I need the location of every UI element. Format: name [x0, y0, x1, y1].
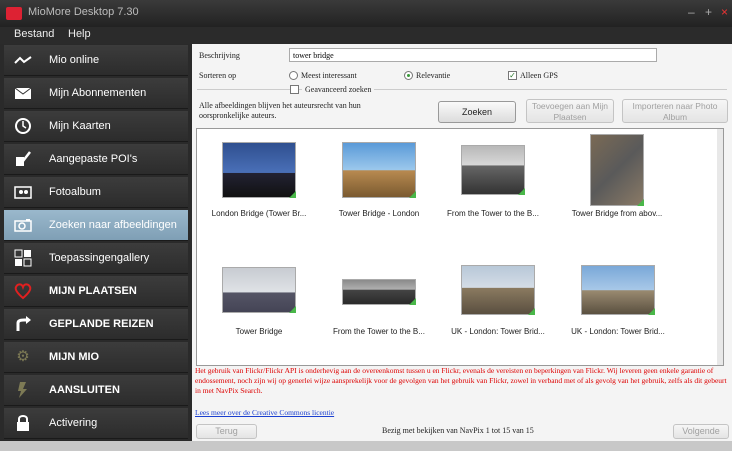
gear-icon: ⚙ — [16, 348, 30, 365]
result-thumbnail[interactable] — [342, 279, 416, 305]
result-thumbnail[interactable] — [222, 142, 296, 198]
result-caption: UK - London: Tower Brid... — [451, 327, 545, 336]
result-caption: From the Tower to the B... — [333, 327, 425, 336]
copyright-note: Alle afbeeldingen blijven het auteursrec… — [199, 101, 361, 120]
signal-icon — [14, 51, 32, 69]
sidebar-item-label: Zoeken naar afbeeldingen — [49, 219, 177, 231]
result-caption: Tower Bridge — [235, 327, 283, 336]
pen-icon — [14, 150, 32, 168]
photo-album-icon — [14, 183, 32, 201]
lightning-icon — [14, 381, 32, 399]
pager-status: Bezig met bekijken van NavPix 1 tot 15 v… — [382, 426, 534, 435]
result-thumbnail[interactable] — [590, 134, 644, 206]
sidebar-item-label: AANSLUITEN — [49, 384, 120, 396]
sidebar-item-label: MIJN PLAATSEN — [49, 285, 137, 297]
close-button[interactable]: × — [721, 5, 728, 19]
sidebar-item-label: Aangepaste POI's — [49, 153, 138, 165]
sort-option-label: Relevantie — [416, 71, 451, 80]
menu-bar: Bestand Help — [0, 27, 732, 44]
creative-commons-link[interactable]: Lees meer over de Creative Commons licen… — [195, 408, 334, 417]
search-panel: Beschrijving tower bridge Sorteren op Me… — [192, 44, 732, 441]
maximize-button[interactable]: + — [705, 5, 712, 19]
sidebar-item-label: Mijn Kaarten — [49, 120, 111, 132]
sort-option-label: Meest interessant — [301, 71, 357, 80]
sort-radio-relevance[interactable] — [404, 71, 413, 80]
sidebar-item-label: GEPLANDE REIZEN — [49, 318, 154, 330]
status-bar — [0, 441, 732, 451]
advanced-search-checkbox[interactable] — [290, 85, 299, 94]
sidebar-item-mijn-mio[interactable]: ⚙ MIJN MIO — [4, 342, 188, 373]
sidebar-item-toepassingengallery[interactable]: Toepassingengallery — [4, 243, 188, 274]
sort-radio-interesting[interactable] — [289, 71, 298, 80]
result-caption: UK - London: Tower Brid... — [571, 327, 665, 336]
sidebar-item-poi[interactable]: Aangepaste POI's — [4, 144, 188, 175]
sidebar-item-abonnementen[interactable]: Mijn Abonnementen — [4, 78, 188, 109]
import-to-album-button[interactable]: Importeren naar Photo Album — [622, 99, 728, 123]
menu-bestand[interactable]: Bestand — [14, 28, 54, 40]
advanced-search-label: Geavanceerd zoeken — [302, 85, 375, 94]
sidebar-item-fotoalbum[interactable]: Fotoalbum — [4, 177, 188, 208]
heart-icon — [14, 282, 32, 300]
minimize-button[interactable]: – — [688, 5, 695, 19]
only-gps-label: Alleen GPS — [520, 71, 558, 80]
advanced-separator — [197, 89, 727, 90]
result-thumbnail[interactable] — [581, 265, 655, 315]
result-thumbnail[interactable] — [342, 142, 416, 198]
add-to-places-button[interactable]: Toevoegen aan Mijn Plaatsen — [526, 99, 614, 123]
sidebar-item-geplande-reizen[interactable]: GEPLANDE REIZEN — [4, 309, 188, 340]
result-thumbnail[interactable] — [461, 265, 535, 315]
title-bar: MioMore Desktop 7.30 – + × — [0, 0, 732, 27]
sidebar-item-aansluiten[interactable]: AANSLUITEN — [4, 375, 188, 406]
only-gps-checkbox[interactable]: ✓ — [508, 71, 517, 80]
results-grid: London Bridge (Tower Br... Tower Bridge … — [196, 128, 724, 366]
result-caption: London Bridge (Tower Br... — [211, 209, 307, 218]
description-label: Beschrijving — [199, 51, 240, 60]
search-button[interactable]: Zoeken — [438, 101, 516, 123]
envelope-icon — [14, 84, 32, 102]
sidebar-item-mio-online[interactable]: Mio online — [4, 45, 188, 76]
result-caption: From the Tower to the B... — [447, 209, 539, 218]
grid-icon — [14, 249, 32, 267]
window-title: MioMore Desktop 7.30 — [28, 6, 139, 18]
back-button[interactable]: Terug — [196, 424, 257, 439]
result-thumbnail[interactable] — [461, 145, 525, 195]
description-input[interactable]: tower bridge — [289, 48, 657, 62]
sidebar-item-kaarten[interactable]: Mijn Kaarten — [4, 111, 188, 142]
flickr-disclaimer: Het gebruik van Flickr/Flickr API is ond… — [195, 366, 727, 395]
sidebar-item-label: Fotoalbum — [49, 186, 101, 198]
sidebar-item-zoeken-afbeeldingen[interactable]: Zoeken naar afbeeldingen — [4, 210, 188, 241]
sidebar-item-label: MIJN MIO — [49, 351, 100, 363]
sidebar-item-label: Toepassingengallery — [49, 252, 150, 264]
results-scrollbar[interactable] — [717, 129, 723, 365]
lock-icon — [14, 414, 32, 432]
sidebar: Mio online Mijn Abonnementen Mijn Kaarte… — [0, 44, 192, 441]
result-caption: Tower Bridge - London — [338, 209, 420, 218]
sidebar-item-label: Activering — [49, 417, 98, 429]
sidebar-item-label: Mio online — [49, 54, 100, 66]
compass-icon — [14, 117, 32, 135]
next-button[interactable]: Volgende — [673, 424, 729, 439]
sidebar-item-mijn-plaatsen[interactable]: MIJN PLAATSEN — [4, 276, 188, 307]
result-thumbnail[interactable] — [222, 267, 296, 313]
menu-help[interactable]: Help — [68, 28, 91, 40]
sidebar-item-label: Mijn Abonnementen — [49, 87, 147, 99]
camera-icon — [14, 216, 32, 234]
sort-label: Sorteren op — [199, 71, 237, 80]
app-logo-icon — [6, 7, 22, 20]
result-caption: Tower Bridge from abov... — [571, 209, 663, 218]
sidebar-item-activering[interactable]: Activering — [4, 408, 188, 439]
route-icon — [14, 315, 32, 333]
